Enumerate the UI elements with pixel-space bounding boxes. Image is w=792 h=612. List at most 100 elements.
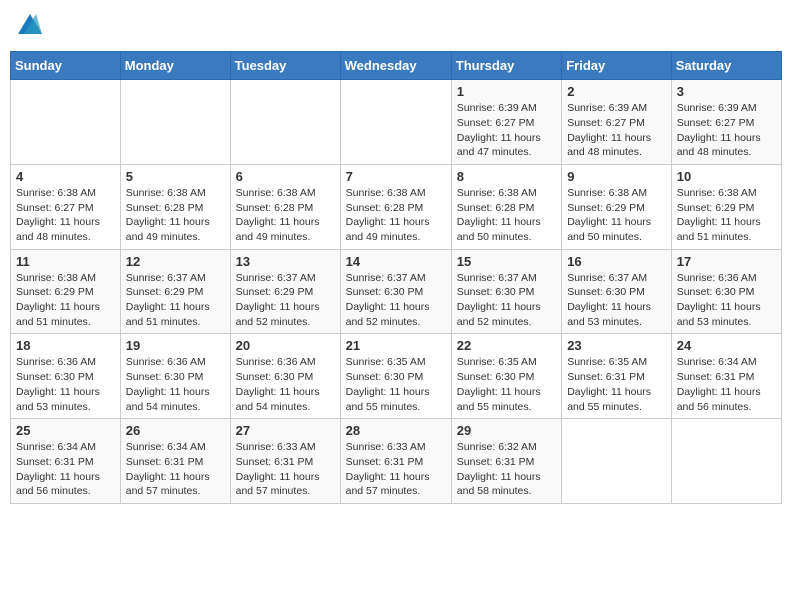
calendar-week-row: 4 Sunrise: 6:38 AMSunset: 6:27 PMDaylight… (11, 164, 782, 249)
day-number: 27 (236, 423, 335, 438)
day-info: Sunrise: 6:38 AMSunset: 6:28 PMDaylight:… (346, 186, 446, 245)
day-info: Sunrise: 6:35 AMSunset: 6:30 PMDaylight:… (457, 355, 556, 414)
calendar-cell (120, 80, 230, 165)
day-info: Sunrise: 6:39 AMSunset: 6:27 PMDaylight:… (457, 101, 556, 160)
day-number: 2 (567, 84, 666, 99)
day-number: 21 (346, 338, 446, 353)
day-number: 28 (346, 423, 446, 438)
calendar-cell: 13 Sunrise: 6:37 AMSunset: 6:29 PMDayligh… (230, 249, 340, 334)
calendar-cell: 15 Sunrise: 6:37 AMSunset: 6:30 PMDayligh… (451, 249, 561, 334)
calendar-cell (562, 419, 672, 504)
day-info: Sunrise: 6:35 AMSunset: 6:30 PMDaylight:… (346, 355, 446, 414)
day-number: 23 (567, 338, 666, 353)
day-info: Sunrise: 6:38 AMSunset: 6:29 PMDaylight:… (677, 186, 776, 245)
calendar-cell: 2 Sunrise: 6:39 AMSunset: 6:27 PMDaylight… (562, 80, 672, 165)
day-info: Sunrise: 6:39 AMSunset: 6:27 PMDaylight:… (567, 101, 666, 160)
day-number: 8 (457, 169, 556, 184)
calendar-cell: 17 Sunrise: 6:36 AMSunset: 6:30 PMDayligh… (671, 249, 781, 334)
day-number: 6 (236, 169, 335, 184)
calendar-header-thursday: Thursday (451, 52, 561, 80)
day-number: 20 (236, 338, 335, 353)
day-number: 16 (567, 254, 666, 269)
day-info: Sunrise: 6:38 AMSunset: 6:27 PMDaylight:… (16, 186, 115, 245)
day-number: 11 (16, 254, 115, 269)
calendar-cell: 21 Sunrise: 6:35 AMSunset: 6:30 PMDayligh… (340, 334, 451, 419)
day-number: 3 (677, 84, 776, 99)
day-number: 13 (236, 254, 335, 269)
day-info: Sunrise: 6:35 AMSunset: 6:31 PMDaylight:… (567, 355, 666, 414)
calendar-cell: 22 Sunrise: 6:35 AMSunset: 6:30 PMDayligh… (451, 334, 561, 419)
day-number: 24 (677, 338, 776, 353)
day-number: 17 (677, 254, 776, 269)
day-number: 18 (16, 338, 115, 353)
calendar-header-friday: Friday (562, 52, 672, 80)
calendar-cell (340, 80, 451, 165)
day-info: Sunrise: 6:34 AMSunset: 6:31 PMDaylight:… (16, 440, 115, 499)
day-number: 7 (346, 169, 446, 184)
day-info: Sunrise: 6:38 AMSunset: 6:29 PMDaylight:… (567, 186, 666, 245)
day-info: Sunrise: 6:37 AMSunset: 6:29 PMDaylight:… (236, 271, 335, 330)
calendar-cell (671, 419, 781, 504)
calendar-cell: 7 Sunrise: 6:38 AMSunset: 6:28 PMDaylight… (340, 164, 451, 249)
calendar-cell: 4 Sunrise: 6:38 AMSunset: 6:27 PMDaylight… (11, 164, 121, 249)
day-number: 1 (457, 84, 556, 99)
day-info: Sunrise: 6:34 AMSunset: 6:31 PMDaylight:… (126, 440, 225, 499)
calendar-cell: 16 Sunrise: 6:37 AMSunset: 6:30 PMDayligh… (562, 249, 672, 334)
calendar-header-monday: Monday (120, 52, 230, 80)
day-info: Sunrise: 6:37 AMSunset: 6:30 PMDaylight:… (567, 271, 666, 330)
calendar-cell (230, 80, 340, 165)
day-number: 14 (346, 254, 446, 269)
calendar-header-wednesday: Wednesday (340, 52, 451, 80)
day-info: Sunrise: 6:32 AMSunset: 6:31 PMDaylight:… (457, 440, 556, 499)
day-info: Sunrise: 6:33 AMSunset: 6:31 PMDaylight:… (236, 440, 335, 499)
day-info: Sunrise: 6:34 AMSunset: 6:31 PMDaylight:… (677, 355, 776, 414)
calendar-cell: 20 Sunrise: 6:36 AMSunset: 6:30 PMDayligh… (230, 334, 340, 419)
day-number: 22 (457, 338, 556, 353)
calendar-week-row: 1 Sunrise: 6:39 AMSunset: 6:27 PMDaylight… (11, 80, 782, 165)
day-info: Sunrise: 6:38 AMSunset: 6:28 PMDaylight:… (457, 186, 556, 245)
day-number: 15 (457, 254, 556, 269)
day-number: 26 (126, 423, 225, 438)
day-info: Sunrise: 6:33 AMSunset: 6:31 PMDaylight:… (346, 440, 446, 499)
calendar-cell: 18 Sunrise: 6:36 AMSunset: 6:30 PMDayligh… (11, 334, 121, 419)
page-header (10, 10, 782, 43)
day-number: 9 (567, 169, 666, 184)
calendar-cell: 24 Sunrise: 6:34 AMSunset: 6:31 PMDayligh… (671, 334, 781, 419)
day-info: Sunrise: 6:36 AMSunset: 6:30 PMDaylight:… (236, 355, 335, 414)
calendar-cell: 29 Sunrise: 6:32 AMSunset: 6:31 PMDayligh… (451, 419, 561, 504)
calendar-cell: 8 Sunrise: 6:38 AMSunset: 6:28 PMDaylight… (451, 164, 561, 249)
day-number: 19 (126, 338, 225, 353)
calendar-header-row: SundayMondayTuesdayWednesdayThursdayFrid… (11, 52, 782, 80)
day-info: Sunrise: 6:37 AMSunset: 6:30 PMDaylight:… (346, 271, 446, 330)
calendar-cell: 3 Sunrise: 6:39 AMSunset: 6:27 PMDaylight… (671, 80, 781, 165)
calendar-cell: 1 Sunrise: 6:39 AMSunset: 6:27 PMDaylight… (451, 80, 561, 165)
calendar-header-saturday: Saturday (671, 52, 781, 80)
calendar-cell: 25Sunrise: 6:34 AMSunset: 6:31 PMDayligh… (11, 419, 121, 504)
day-info: Sunrise: 6:37 AMSunset: 6:29 PMDaylight:… (126, 271, 225, 330)
day-number: 29 (457, 423, 556, 438)
day-info: Sunrise: 6:36 AMSunset: 6:30 PMDaylight:… (677, 271, 776, 330)
day-info: Sunrise: 6:38 AMSunset: 6:29 PMDaylight:… (16, 271, 115, 330)
logo (16, 14, 42, 39)
day-info: Sunrise: 6:36 AMSunset: 6:30 PMDaylight:… (126, 355, 225, 414)
day-number: 10 (677, 169, 776, 184)
day-info: Sunrise: 6:38 AMSunset: 6:28 PMDaylight:… (236, 186, 335, 245)
day-info: Sunrise: 6:38 AMSunset: 6:28 PMDaylight:… (126, 186, 225, 245)
calendar-cell: 28 Sunrise: 6:33 AMSunset: 6:31 PMDayligh… (340, 419, 451, 504)
calendar-cell: 9 Sunrise: 6:38 AMSunset: 6:29 PMDaylight… (562, 164, 672, 249)
calendar-table: SundayMondayTuesdayWednesdayThursdayFrid… (10, 51, 782, 504)
calendar-week-row: 25Sunrise: 6:34 AMSunset: 6:31 PMDayligh… (11, 419, 782, 504)
calendar-cell: 12Sunrise: 6:37 AMSunset: 6:29 PMDayligh… (120, 249, 230, 334)
day-info: Sunrise: 6:39 AMSunset: 6:27 PMDaylight:… (677, 101, 776, 160)
calendar-header-sunday: Sunday (11, 52, 121, 80)
calendar-cell: 19 Sunrise: 6:36 AMSunset: 6:30 PMDayligh… (120, 334, 230, 419)
calendar-cell: 14 Sunrise: 6:37 AMSunset: 6:30 PMDayligh… (340, 249, 451, 334)
logo-icon (18, 14, 42, 34)
day-info: Sunrise: 6:36 AMSunset: 6:30 PMDaylight:… (16, 355, 115, 414)
day-info: Sunrise: 6:37 AMSunset: 6:30 PMDaylight:… (457, 271, 556, 330)
calendar-week-row: 11 Sunrise: 6:38 AMSunset: 6:29 PMDayligh… (11, 249, 782, 334)
calendar-cell (11, 80, 121, 165)
day-number: 4 (16, 169, 115, 184)
day-number: 5 (126, 169, 225, 184)
calendar-cell: 11 Sunrise: 6:38 AMSunset: 6:29 PMDayligh… (11, 249, 121, 334)
